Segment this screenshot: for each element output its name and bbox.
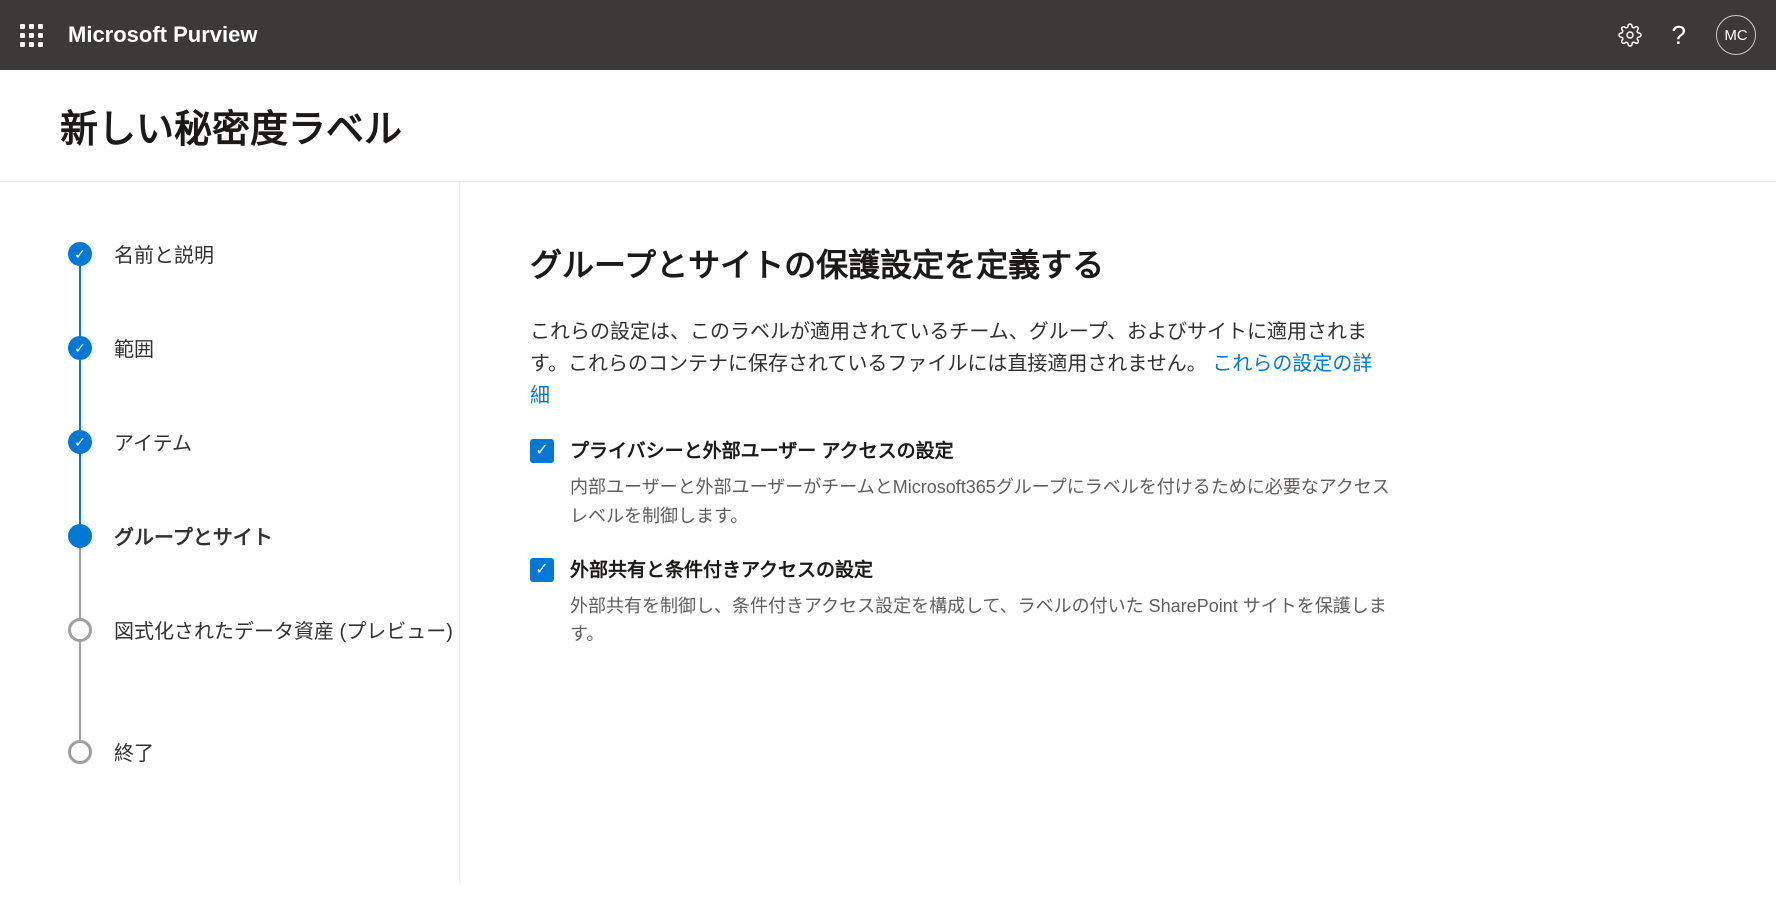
checkbox-sharing[interactable]: ✓ bbox=[530, 558, 554, 582]
checkmark-icon: ✓ bbox=[535, 443, 548, 459]
option-privacy-external-access: ✓ プライバシーと外部ユーザー アクセスの設定 内部ユーザーと外部ユーザーがチー… bbox=[530, 436, 1390, 531]
wizard-step-finish[interactable]: 終了 bbox=[68, 740, 459, 768]
app-launcher-icon[interactable] bbox=[20, 24, 43, 47]
checkbox-content: 外部共有と条件付きアクセスの設定 外部共有を制御し、条件付きアクセス設定を構成し… bbox=[570, 555, 1390, 650]
page-title: 新しい秘密度ラベル bbox=[60, 98, 1716, 153]
wizard-nav: ✓ 名前と説明 ✓ 範囲 ✓ アイテム bbox=[0, 182, 460, 882]
wizard-step-data-assets[interactable]: 図式化されたデータ資産 (プレビュー) bbox=[68, 618, 459, 740]
content-heading: グループとサイトの保護設定を定義する bbox=[530, 240, 1390, 286]
avatar-initials: MC bbox=[1724, 27, 1747, 44]
top-bar-left: Microsoft Purview bbox=[20, 22, 257, 48]
top-bar-right: ? MC bbox=[1618, 15, 1756, 55]
wizard-container: ✓ 名前と説明 ✓ 範囲 ✓ アイテム bbox=[0, 182, 1776, 882]
checkbox-description: 外部共有を制御し、条件付きアクセス設定を構成して、ラベルの付いた SharePo… bbox=[570, 592, 1390, 650]
step-label: グループとサイト bbox=[114, 524, 273, 552]
wizard-step-groups-sites[interactable]: グループとサイト bbox=[68, 524, 459, 618]
step-list: ✓ 名前と説明 ✓ 範囲 ✓ アイテム bbox=[68, 242, 459, 768]
step-label: 名前と説明 bbox=[114, 242, 214, 270]
checkmark-icon: ✓ bbox=[535, 562, 548, 578]
wizard-content: グループとサイトの保護設定を定義する これらの設定は、このラベルが適用されている… bbox=[460, 182, 1460, 882]
product-name[interactable]: Microsoft Purview bbox=[68, 22, 257, 48]
check-circle-icon: ✓ bbox=[68, 336, 92, 360]
upcoming-circle-icon bbox=[68, 740, 92, 764]
upcoming-circle-icon bbox=[68, 618, 92, 642]
current-circle-icon bbox=[68, 524, 92, 548]
avatar[interactable]: MC bbox=[1716, 15, 1756, 55]
checkbox-label: プライバシーと外部ユーザー アクセスの設定 bbox=[570, 436, 1390, 463]
step-label: 終了 bbox=[114, 740, 154, 768]
help-icon[interactable]: ? bbox=[1672, 20, 1686, 51]
top-bar: Microsoft Purview ? MC bbox=[0, 0, 1776, 70]
step-label: 範囲 bbox=[114, 336, 154, 364]
gear-icon[interactable] bbox=[1618, 23, 1642, 47]
wizard-step-name-description[interactable]: ✓ 名前と説明 bbox=[68, 242, 459, 336]
wizard-step-items[interactable]: ✓ アイテム bbox=[68, 430, 459, 524]
content-description: これらの設定は、このラベルが適用されているチーム、グループ、およびサイトに適用さ… bbox=[530, 316, 1390, 412]
checkbox-label: 外部共有と条件付きアクセスの設定 bbox=[570, 555, 1390, 582]
step-label: 図式化されたデータ資産 (プレビュー) bbox=[114, 618, 453, 646]
check-circle-icon: ✓ bbox=[68, 430, 92, 454]
checkbox-content: プライバシーと外部ユーザー アクセスの設定 内部ユーザーと外部ユーザーがチームと… bbox=[570, 436, 1390, 531]
page-header: 新しい秘密度ラベル bbox=[0, 70, 1776, 182]
checkbox-privacy[interactable]: ✓ bbox=[530, 439, 554, 463]
step-label: アイテム bbox=[114, 430, 192, 458]
check-circle-icon: ✓ bbox=[68, 242, 92, 266]
checkbox-description: 内部ユーザーと外部ユーザーがチームとMicrosoft365グループにラベルを付… bbox=[570, 473, 1390, 531]
option-external-sharing-conditional-access: ✓ 外部共有と条件付きアクセスの設定 外部共有を制御し、条件付きアクセス設定を構… bbox=[530, 555, 1390, 650]
wizard-step-scope[interactable]: ✓ 範囲 bbox=[68, 336, 459, 430]
